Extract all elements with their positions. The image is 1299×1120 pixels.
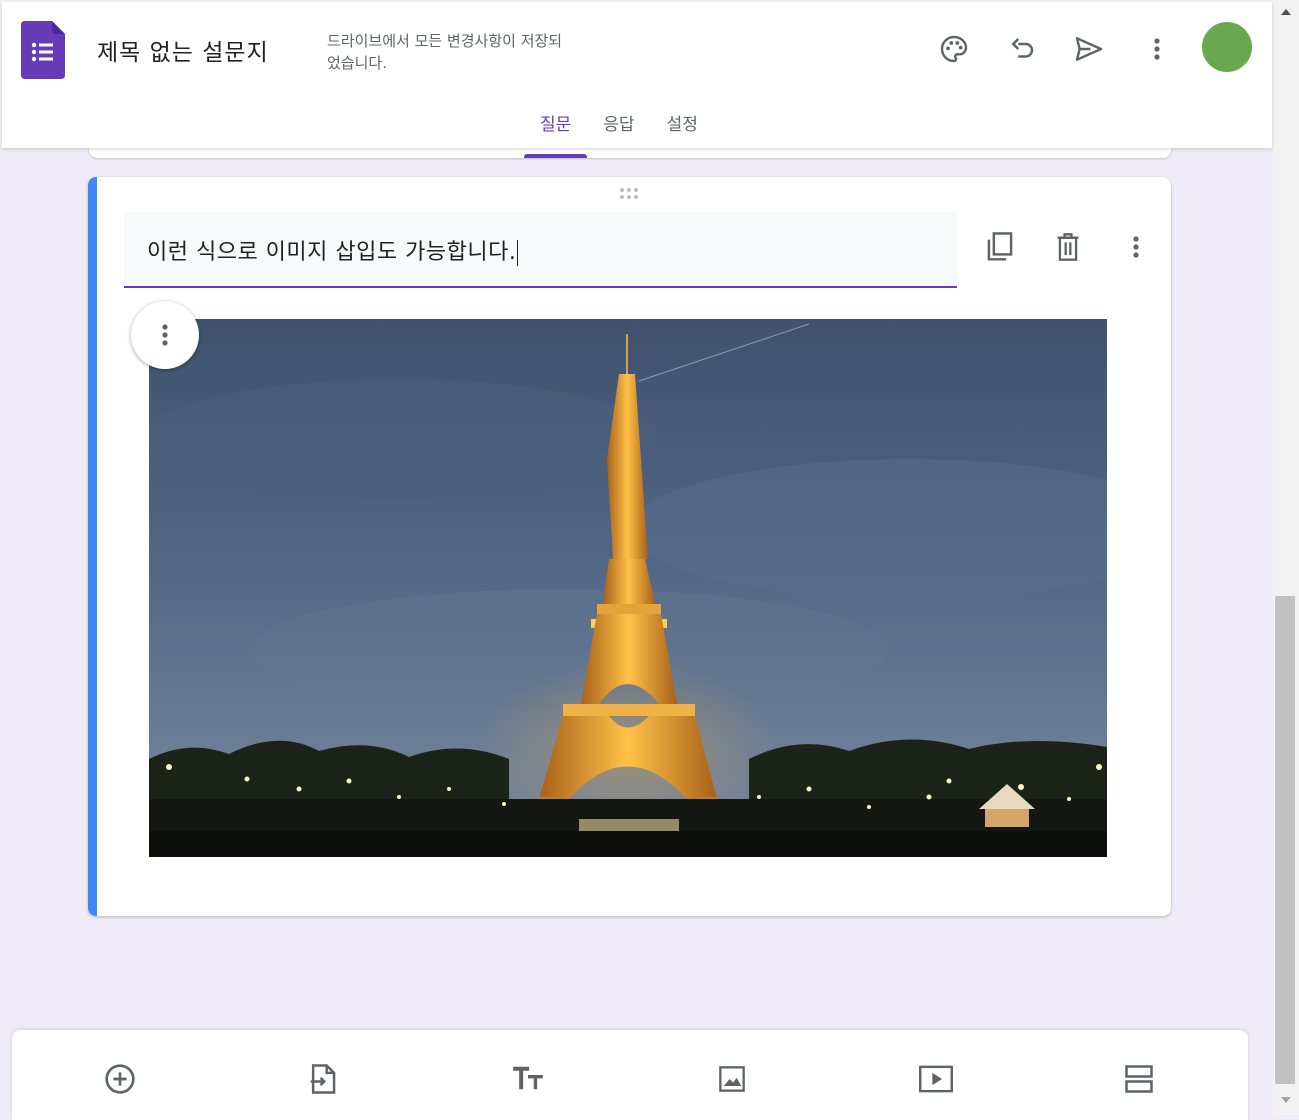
undo-icon[interactable] [1000,27,1044,71]
image-options-button[interactable] [131,301,199,369]
send-icon[interactable] [1067,27,1111,71]
image-title-value: 이런 식으로 이미지 삽입도 가능합니다. [147,240,517,265]
add-title-icon[interactable] [505,1056,551,1102]
google-forms-logo[interactable] [21,21,65,79]
drag-handle-icon[interactable] [618,187,644,201]
copy-icon[interactable] [978,225,1022,269]
more-vert-icon[interactable] [1135,27,1179,71]
text-cursor [517,240,519,266]
scroll-down-arrow-icon[interactable] [1273,1090,1299,1110]
tab-settings[interactable]: 설정 [651,102,714,148]
scroll-up-arrow-icon[interactable] [1273,2,1299,22]
add-question-icon[interactable] [97,1056,143,1102]
account-avatar[interactable] [1202,22,1252,72]
page-scrollbar[interactable] [1273,0,1299,1115]
scrollbar-thumb[interactable] [1275,596,1295,1084]
eiffel-tower-photo [149,319,1107,857]
delete-icon[interactable] [1046,225,1090,269]
image-title-input[interactable]: 이런 식으로 이미지 삽입도 가능합니다. [124,212,957,288]
add-video-icon[interactable] [913,1056,959,1102]
tab-responses[interactable]: 응답 [587,102,650,148]
app-header: 제목 없는 설문지 드라이브에서 모든 변경사항이 저장되었습니다. 질문 응답… [2,2,1272,158]
tab-questions[interactable]: 질문 [524,102,588,158]
more-vert-icon[interactable] [1114,225,1158,269]
bottom-toolbar [12,1030,1248,1120]
form-title[interactable]: 제목 없는 설문지 [97,33,269,67]
image-item-card[interactable]: 이런 식으로 이미지 삽입도 가능합니다. [88,177,1171,916]
save-status: 드라이브에서 모든 변경사항이 저장되었습니다. [327,32,563,72]
more-vert-icon [162,324,168,346]
add-image-icon[interactable] [709,1056,755,1102]
palette-icon[interactable] [932,27,976,71]
form-tabs: 질문 응답 설정 [524,102,714,158]
active-card-indicator [88,177,97,916]
inserted-image[interactable] [149,319,1107,857]
import-questions-icon[interactable] [300,1056,346,1102]
add-section-icon[interactable] [1116,1056,1162,1102]
